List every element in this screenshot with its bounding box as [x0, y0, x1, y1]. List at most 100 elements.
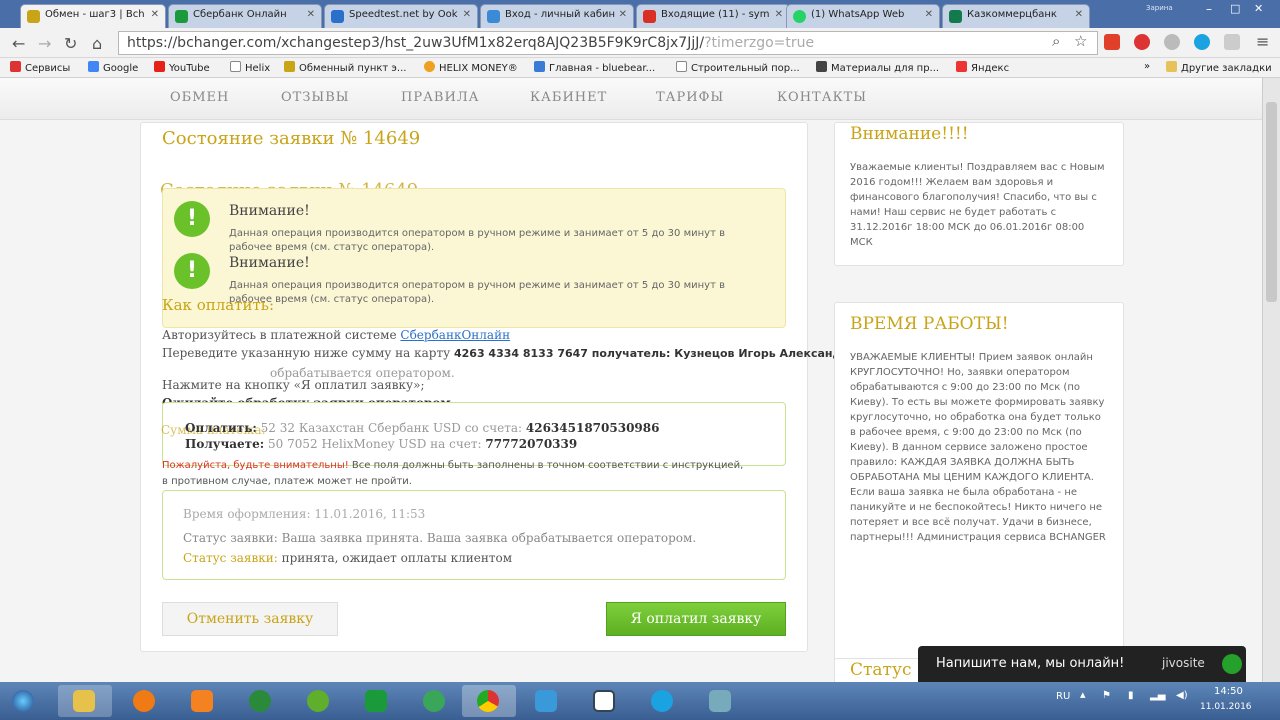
bookmark-bluebear[interactable]: Главная - bluebear...: [534, 61, 655, 74]
network-icon[interactable]: ▂▄: [1150, 690, 1165, 701]
bookmark-building[interactable]: Строительный пор...: [676, 61, 800, 74]
taskbar-utorrent[interactable]: [292, 685, 346, 717]
minimize-icon[interactable]: –: [1206, 2, 1222, 16]
created-row: Время оформления: 11.01.2016, 11:53: [183, 507, 425, 521]
tab-gmail[interactable]: Входящие (11) - sym ✕: [636, 4, 790, 28]
tab-label: Speedtest.net by Ook: [349, 9, 458, 20]
close-tab-icon[interactable]: ✕: [463, 9, 471, 20]
bchanger-icon: [284, 61, 295, 72]
bookmark-yandex[interactable]: Яндекс: [956, 61, 1009, 74]
nav-rules[interactable]: ПРАВИЛА: [401, 90, 480, 105]
close-tab-icon[interactable]: ✕: [775, 9, 783, 20]
nav-contacts[interactable]: КОНТАКТЫ: [777, 90, 867, 105]
forward-icon[interactable]: →: [38, 34, 51, 53]
menu-icon[interactable]: ≡: [1256, 32, 1269, 51]
skype-extension-icon[interactable]: [1194, 34, 1210, 50]
close-window-icon[interactable]: ✕: [1254, 2, 1270, 15]
start-button[interactable]: [4, 685, 48, 717]
close-tab-icon[interactable]: ✕: [619, 9, 627, 20]
close-tab-icon[interactable]: ✕: [1075, 9, 1083, 20]
window-user: Зарина: [1146, 4, 1173, 12]
chat-text: Напишите нам, мы онлайн!: [936, 656, 1125, 671]
whatsapp-favicon: [793, 10, 806, 23]
tab-kazkom[interactable]: Казкоммерцбанк ✕: [942, 4, 1090, 28]
taskbar-mail[interactable]: [408, 685, 462, 717]
warning-text: Данная операция производится оператором …: [229, 280, 725, 305]
maximize-icon[interactable]: □: [1230, 2, 1246, 15]
address-bar[interactable]: https://bchanger.com/xchangestep3/hst_2u…: [118, 31, 1098, 55]
windows-logo-icon: [12, 690, 34, 712]
battery-icon[interactable]: ▮: [1128, 690, 1134, 701]
tray-arrow-icon[interactable]: ▴: [1080, 688, 1086, 701]
bookmark-star-icon[interactable]: ☆: [1074, 32, 1087, 50]
taskbar-vlc[interactable]: [176, 685, 230, 717]
bookmark-exchange[interactable]: Обменный пункт э...: [284, 61, 406, 74]
bookmarks-bar: Сервисы Google YouTube Helix Обменный пу…: [0, 58, 1280, 78]
taskbar-a-app[interactable]: [350, 685, 404, 717]
chrome-icon: [477, 690, 499, 712]
taskbar-avast[interactable]: [118, 685, 172, 717]
taskbar-skype[interactable]: [636, 685, 690, 717]
cancel-order-button[interactable]: Отменить заявку: [162, 602, 338, 636]
extension-icon[interactable]: [1164, 34, 1180, 50]
get-account: 77772070339: [485, 437, 578, 451]
close-tab-icon[interactable]: ✕: [151, 9, 159, 20]
bookmarks-overflow-icon[interactable]: »: [1144, 61, 1150, 72]
url-main: https://bchanger.com/xchangestep3/hst_2u…: [127, 35, 705, 51]
gmail-favicon: [643, 10, 656, 23]
i-paid-button[interactable]: Я оплатил заявку: [606, 602, 786, 636]
yandex-icon: [956, 61, 967, 72]
close-tab-icon[interactable]: ✕: [307, 9, 315, 20]
bookmark-materials[interactable]: Материалы для пр...: [816, 61, 939, 74]
reload-icon[interactable]: ↻: [64, 34, 77, 53]
step-2: Переведите указанную ниже сумму на карту…: [162, 346, 879, 360]
scrollbar-thumb[interactable]: [1266, 102, 1277, 302]
other-bookmarks[interactable]: Другие закладки: [1166, 61, 1272, 74]
taskbar-globe[interactable]: [234, 685, 288, 717]
bookmark-youtube[interactable]: YouTube: [154, 61, 210, 74]
sberbank-link[interactable]: СбербанкОнлайн: [400, 328, 510, 342]
tab-bchanger[interactable]: Обмен - шаг3 | Bch ✕: [20, 4, 166, 28]
nav-reviews[interactable]: ОТЗЫВЫ: [281, 90, 350, 105]
bookmark-helix[interactable]: Helix: [230, 61, 270, 74]
tab-label: Обмен - шаг3 | Bch: [45, 9, 145, 20]
taskbar-tool[interactable]: [694, 685, 748, 717]
page-scrollbar[interactable]: [1262, 78, 1280, 682]
tab-speedtest[interactable]: Speedtest.net by Ook ✕: [324, 4, 478, 28]
tab-whatsapp[interactable]: (1) WhatsApp Web ✕: [786, 4, 940, 28]
tab-sberbank[interactable]: Сбербанк Онлайн ✕: [168, 4, 322, 28]
clock-date[interactable]: 11.01.2016: [1200, 702, 1252, 712]
tab-label: (1) WhatsApp Web: [811, 9, 905, 20]
bookmark-google[interactable]: Google: [88, 61, 138, 74]
tab-label: Сбербанк Онлайн: [193, 9, 287, 20]
language-indicator[interactable]: RU: [1056, 691, 1070, 702]
bookmark-helix-money[interactable]: HELIX MONEY®: [424, 61, 518, 74]
status-row: Статус заявки: принята, ожидает оплаты к…: [183, 551, 512, 565]
tab-login[interactable]: Вход - личный кабин ✕: [480, 4, 634, 28]
clock-time[interactable]: 14:50: [1214, 686, 1243, 697]
volume-icon[interactable]: ◀): [1176, 690, 1188, 701]
taskbar-calc[interactable]: [578, 685, 632, 717]
step-2-text: Переведите указанную ниже сумму на карту: [162, 346, 454, 360]
adblock-icon[interactable]: [1134, 34, 1150, 50]
zoom-icon[interactable]: ⌕: [1052, 32, 1060, 50]
folder-icon: [1166, 61, 1177, 72]
bookmark-services[interactable]: Сервисы: [10, 61, 70, 74]
back-icon[interactable]: ←: [12, 34, 25, 53]
google-icon: [88, 61, 99, 72]
nav-tariffs[interactable]: ТАРИФЫ: [656, 90, 724, 105]
nav-exchange[interactable]: ОБМЕН: [170, 90, 229, 105]
extension-icon[interactable]: [1104, 34, 1120, 50]
taskbar-blue-app[interactable]: [520, 685, 574, 717]
get-label: Получаете:: [185, 437, 265, 451]
home-icon[interactable]: ⌂: [92, 34, 102, 53]
taskbar-explorer[interactable]: [58, 685, 112, 717]
status-label: Статус заявки:: [183, 551, 278, 565]
chat-widget[interactable]: Напишите нам, мы онлайн! jivosite: [918, 646, 1246, 684]
close-tab-icon[interactable]: ✕: [925, 9, 933, 20]
nav-cabinet[interactable]: КАБИНЕТ: [530, 90, 607, 105]
shield-icon[interactable]: [1224, 34, 1240, 50]
flag-icon[interactable]: ⚑: [1102, 690, 1111, 701]
get-value: 50 7052 HelixMoney USD на счет:: [268, 437, 486, 451]
taskbar-chrome[interactable]: [462, 685, 516, 717]
